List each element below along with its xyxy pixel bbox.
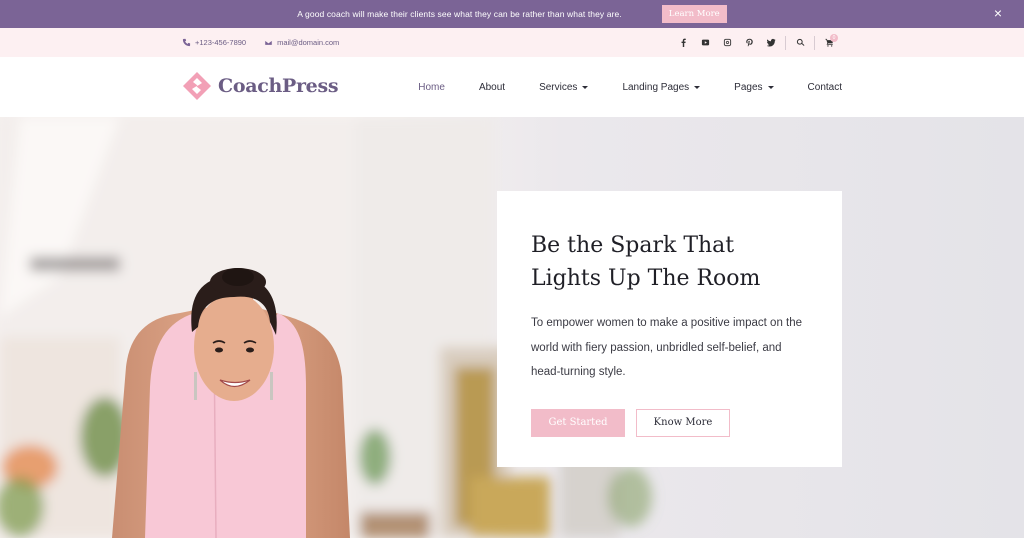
- nav-item-about[interactable]: About: [479, 82, 505, 93]
- chevron-down-icon: [767, 85, 774, 89]
- nav-label: Landing Pages: [622, 81, 690, 93]
- logo-text: CoachPress: [218, 75, 339, 97]
- logo-icon: [183, 72, 211, 100]
- instagram-link[interactable]: [716, 28, 738, 57]
- hero-title: Be the Spark That Lights Up The Room: [531, 233, 761, 291]
- cart-count-badge: 0: [830, 34, 838, 42]
- search-button[interactable]: [789, 28, 811, 57]
- phone-icon: [182, 38, 191, 47]
- youtube-link[interactable]: [694, 28, 716, 57]
- nav-label: Contact: [807, 81, 842, 93]
- twitter-icon: [766, 38, 776, 47]
- main-nav: Home About Services Landing Pages Pages …: [418, 57, 842, 117]
- know-more-button[interactable]: Know More: [636, 408, 730, 437]
- divider: [785, 35, 786, 50]
- learn-more-button[interactable]: Learn More: [661, 5, 727, 23]
- twitter-link[interactable]: [760, 28, 782, 57]
- announcement-text: A good coach will make their clients see…: [297, 9, 622, 19]
- hero-section: Be the Spark That Lights Up The Room To …: [0, 117, 1024, 538]
- nav-label: Home: [418, 81, 445, 93]
- phone-number: +123-456-7890: [195, 38, 247, 47]
- nav-label: Pages: [734, 81, 763, 93]
- get-started-button[interactable]: Get Started: [531, 408, 625, 437]
- top-info-bar: +123-456-7890 mail@domain.com 0: [0, 28, 1024, 57]
- chevron-down-icon: [694, 85, 701, 89]
- chevron-down-icon: [582, 85, 589, 89]
- nav-label: Services: [539, 81, 578, 93]
- facebook-link[interactable]: [672, 28, 694, 57]
- nav-item-contact[interactable]: Contact: [808, 82, 842, 93]
- nav-item-home[interactable]: Home: [418, 82, 445, 93]
- hero-card: Be the Spark That Lights Up The Room To …: [497, 191, 842, 467]
- mail-icon: [264, 39, 273, 46]
- pinterest-icon: [745, 38, 753, 47]
- email-link[interactable]: mail@domain.com: [264, 38, 339, 47]
- hero-buttons: Get Started Know More: [531, 408, 808, 437]
- hero-description: To empower women to make a positive impa…: [531, 317, 803, 378]
- nav-label: About: [478, 81, 506, 93]
- divider: [814, 35, 815, 50]
- email-address: mail@domain.com: [277, 38, 340, 47]
- instagram-icon: [723, 38, 731, 47]
- phone-link[interactable]: +123-456-7890: [182, 38, 246, 47]
- search-icon: [796, 38, 804, 46]
- site-header: CoachPress Home About Services Landing P…: [0, 57, 1024, 117]
- nav-item-services[interactable]: Services: [539, 81, 589, 93]
- youtube-icon: [701, 39, 709, 46]
- close-icon[interactable]: ×: [994, 5, 1002, 21]
- nav-item-pages[interactable]: Pages: [734, 81, 774, 93]
- pinterest-link[interactable]: [738, 28, 760, 57]
- cart-button[interactable]: 0: [818, 28, 840, 57]
- facebook-icon: [681, 38, 686, 47]
- social-links: 0: [672, 28, 840, 57]
- nav-item-landing-pages[interactable]: Landing Pages: [622, 81, 701, 93]
- contact-info: +123-456-7890 mail@domain.com: [182, 28, 339, 57]
- site-logo[interactable]: CoachPress: [182, 71, 339, 101]
- announcement-bar: A good coach will make their clients see…: [0, 0, 1024, 28]
